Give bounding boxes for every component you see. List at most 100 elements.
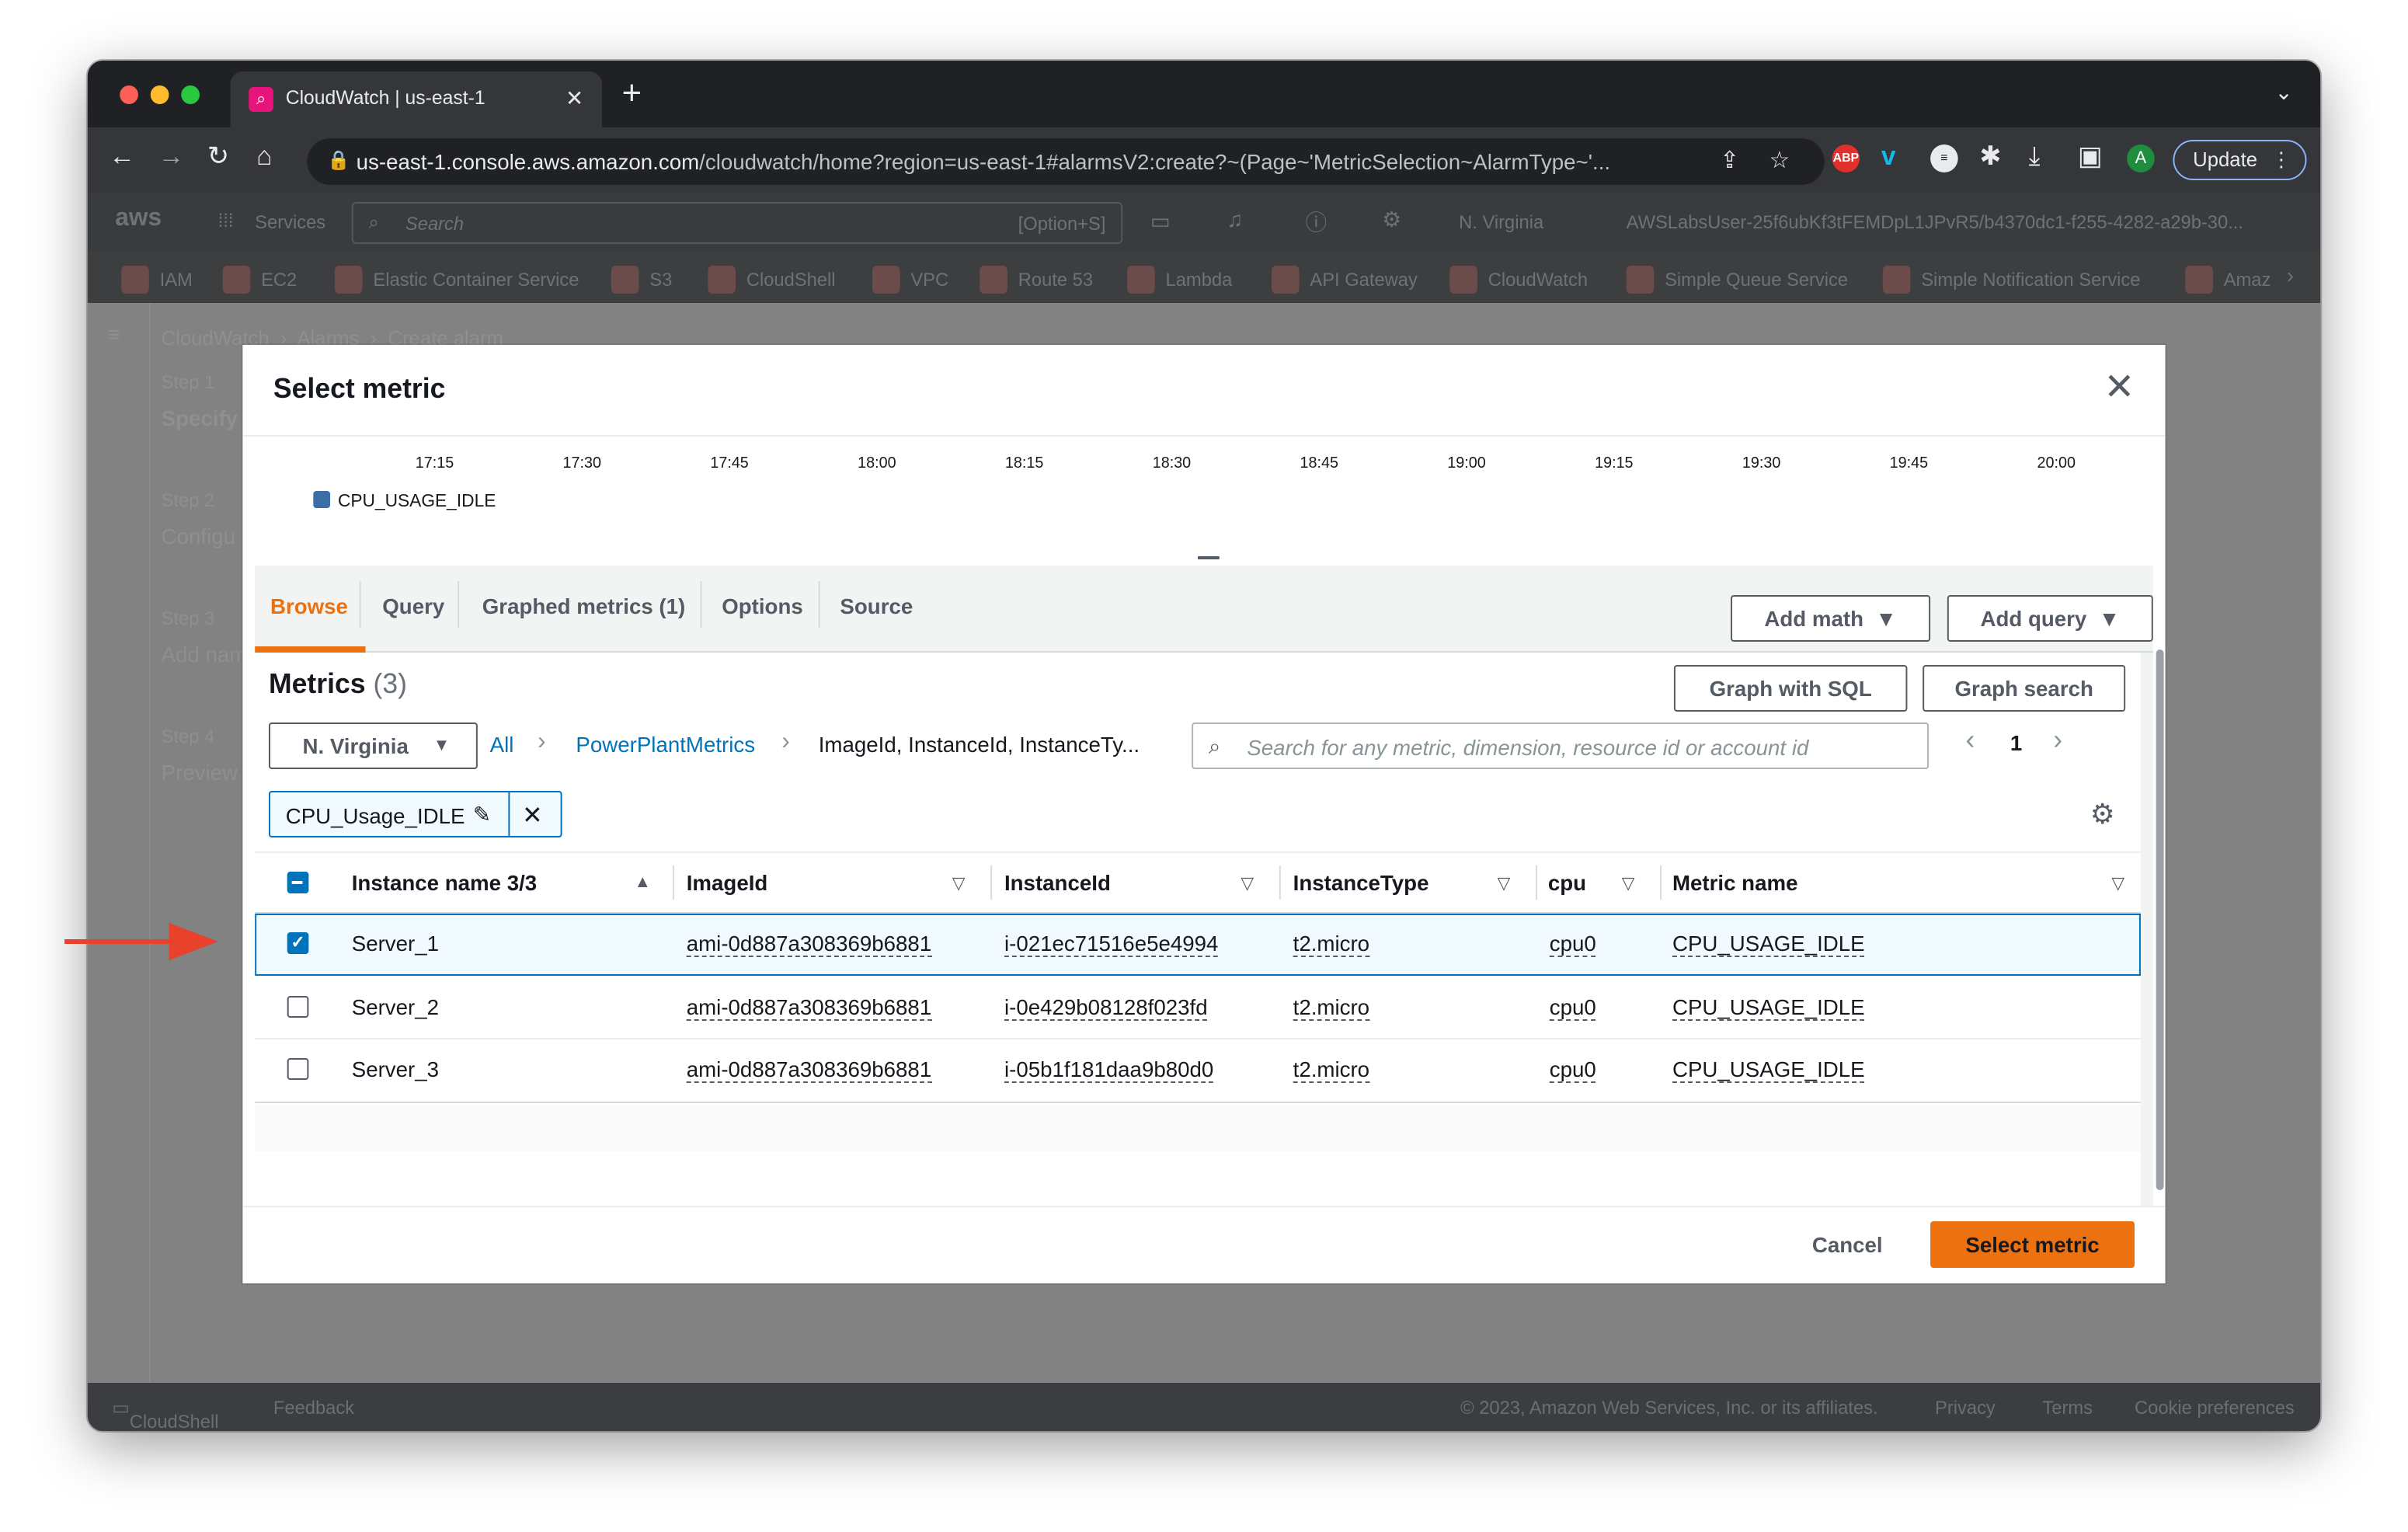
tab-source[interactable]: Source xyxy=(840,594,913,618)
favorite-s3[interactable]: S3 xyxy=(611,266,672,294)
forward-icon[interactable]: → xyxy=(158,141,185,172)
previous-page-icon[interactable]: ‹ xyxy=(1966,724,1975,757)
row-checkbox[interactable]: ✓ xyxy=(287,932,309,954)
cell-instancetype[interactable]: t2.micro xyxy=(1293,1057,1370,1083)
table-row[interactable]: Server_2 ami-0d887a308369b6881 i-0e429b0… xyxy=(255,977,2141,1039)
maximize-window-button[interactable] xyxy=(181,85,200,104)
add-math-button[interactable]: Add math ▼ xyxy=(1731,595,1931,642)
footer-cloudshell[interactable]: ▭ CloudShell xyxy=(112,1397,218,1431)
cell-metric-name[interactable]: CPU_USAGE_IDLE xyxy=(1672,994,1865,1021)
select-all-checkbox[interactable] xyxy=(287,872,309,893)
menu-extension-icon[interactable]: ≡ xyxy=(1930,144,1958,172)
footer-cookie-preferences[interactable]: Cookie preferences xyxy=(2135,1397,2295,1419)
breadcrumb-all[interactable]: All xyxy=(490,732,514,757)
column-imageid[interactable]: ImageId xyxy=(687,870,768,895)
sort-icon[interactable]: ▽ xyxy=(952,873,966,893)
graph-legend-item[interactable]: CPU_USAGE_IDLE xyxy=(313,491,496,511)
metric-search-input[interactable]: ⌕ Search for any metric, dimension, reso… xyxy=(1192,722,1930,769)
cell-imageid[interactable]: ami-0d887a308369b6881 xyxy=(686,994,932,1021)
tab-graphed-metrics[interactable]: Graphed metrics (1) xyxy=(482,594,685,618)
aws-logo[interactable]: aws xyxy=(115,205,162,233)
row-checkbox[interactable] xyxy=(287,996,309,1018)
tab-options[interactable]: Options xyxy=(722,594,803,618)
breadcrumb-namespace[interactable]: PowerPlantMetrics xyxy=(576,732,755,757)
cell-metric-name[interactable]: CPU_USAGE_IDLE xyxy=(1672,1057,1865,1083)
cell-cpu[interactable]: cpu0 xyxy=(1549,994,1596,1021)
edit-pencil-icon[interactable]: ✎ xyxy=(473,802,491,828)
favorite-cloudwatch[interactable]: CloudWatch xyxy=(1449,266,1588,294)
favorite-route53[interactable]: Route 53 xyxy=(980,266,1093,294)
sort-icon[interactable]: ▽ xyxy=(1498,873,1511,893)
graph-with-sql-button[interactable]: Graph with SQL xyxy=(1673,665,1908,712)
adblock-extension-icon[interactable]: ABP xyxy=(1832,144,1860,172)
region-menu[interactable]: N. Virginia xyxy=(1459,211,1543,233)
filter-token[interactable]: CPU_Usage_IDLE ✎ ✕ xyxy=(268,791,562,837)
footer-privacy[interactable]: Privacy xyxy=(1935,1397,1996,1419)
favorite-amazon[interactable]: Amaz xyxy=(2185,266,2271,294)
column-metric-name[interactable]: Metric name xyxy=(1672,870,1798,895)
vimeo-extension-icon[interactable]: v xyxy=(1881,141,1896,172)
cell-cpu[interactable]: cpu0 xyxy=(1549,1057,1596,1083)
sort-icon[interactable]: ▽ xyxy=(2111,873,2124,893)
region-select[interactable]: N. Virginia ▼ xyxy=(268,722,478,769)
tab-browse[interactable]: Browse xyxy=(270,594,348,618)
cell-instanceid[interactable]: i-021ec71516e5e4994 xyxy=(1004,931,1219,957)
share-icon[interactable]: ⇪ xyxy=(1720,146,1739,174)
table-row[interactable]: ✓ Server_1 ami-0d887a308369b6881 i-021ec… xyxy=(255,914,2141,976)
close-tab-icon[interactable]: ✕ xyxy=(565,85,583,112)
aws-search-input[interactable]: ⌕ Search [Option+S] xyxy=(351,202,1123,244)
cell-cpu[interactable]: cpu0 xyxy=(1549,931,1596,957)
favorite-sns[interactable]: Simple Notification Service xyxy=(1882,266,2140,294)
services-menu[interactable]: Services xyxy=(255,211,325,233)
side-panel-icon[interactable]: ▣ xyxy=(2078,141,2103,172)
footer-terms[interactable]: Terms xyxy=(2042,1397,2093,1419)
cell-metric-name[interactable]: CPU_USAGE_IDLE xyxy=(1672,931,1865,957)
hamburger-menu-icon[interactable]: ≡ xyxy=(107,322,120,346)
cloudshell-nav-icon[interactable]: ▭ xyxy=(1150,208,1171,235)
new-tab-icon[interactable]: + xyxy=(622,75,642,110)
close-modal-icon[interactable]: ✕ xyxy=(2104,369,2135,407)
notifications-bell-icon[interactable]: ♫ xyxy=(1227,207,1244,232)
close-window-button[interactable] xyxy=(120,85,138,104)
favorite-sqs[interactable]: Simple Queue Service xyxy=(1626,266,1848,294)
address-bar[interactable]: 🔒 us-east-1.console.aws.amazon.com/cloud… xyxy=(307,138,1825,185)
column-instancetype[interactable]: InstanceType xyxy=(1293,870,1429,895)
minimize-window-button[interactable] xyxy=(150,85,169,104)
profile-avatar[interactable]: A xyxy=(2127,144,2155,172)
table-preferences-gear-icon[interactable]: ⚙ xyxy=(2090,800,2115,828)
favorite-iam[interactable]: IAM xyxy=(121,266,193,294)
extensions-puzzle-icon[interactable]: ✱ xyxy=(1979,141,2001,172)
column-instance-name[interactable]: Instance name 3/3 xyxy=(352,870,537,895)
row-checkbox[interactable] xyxy=(287,1058,309,1080)
back-icon[interactable]: ← xyxy=(109,141,135,172)
services-grid-icon[interactable]: ⁞⁞⁞ xyxy=(218,210,234,232)
tab-query[interactable]: Query xyxy=(382,594,444,618)
footer-feedback[interactable]: Feedback xyxy=(273,1397,354,1419)
next-page-icon[interactable]: › xyxy=(2053,724,2062,757)
favorite-ec2[interactable]: EC2 xyxy=(222,266,297,294)
reload-icon[interactable]: ↻ xyxy=(207,141,229,172)
sort-icon[interactable]: ▽ xyxy=(1241,873,1254,893)
sort-icon[interactable]: ▽ xyxy=(1622,873,1635,893)
home-icon[interactable]: ⌂ xyxy=(256,141,272,172)
cell-instanceid[interactable]: i-05b1f181daa9b80d0 xyxy=(1004,1057,1214,1083)
favorite-cloudshell[interactable]: CloudShell xyxy=(708,266,836,294)
cell-instancetype[interactable]: t2.micro xyxy=(1293,994,1370,1021)
column-cpu[interactable]: cpu xyxy=(1548,870,1586,895)
favorites-scroll-right-icon[interactable]: › xyxy=(2287,263,2294,287)
cancel-button[interactable]: Cancel xyxy=(1812,1232,1883,1257)
favorite-vpc[interactable]: VPC xyxy=(872,266,948,294)
sort-ascending-icon[interactable]: ▲ xyxy=(635,873,652,892)
add-query-button[interactable]: Add query ▼ xyxy=(1947,595,2153,642)
graph-search-button[interactable]: Graph search xyxy=(1923,665,2126,712)
panel-scrollbar[interactable] xyxy=(2156,649,2164,1190)
page-number[interactable]: 1 xyxy=(2010,730,2022,755)
table-row[interactable]: Server_3 ami-0d887a308369b6881 i-05b1f18… xyxy=(255,1039,2141,1102)
tab-search-chevron-icon[interactable]: ⌄ xyxy=(2274,79,2292,106)
browser-tab[interactable]: ⌕ CloudWatch | us-east-1 ✕ xyxy=(230,71,602,127)
downloads-icon[interactable]: ⤓ xyxy=(2029,141,2041,172)
update-button[interactable]: Update ⋮ xyxy=(2173,140,2307,180)
favorite-api-gateway[interactable]: API Gateway xyxy=(1271,266,1418,294)
cell-imageid[interactable]: ami-0d887a308369b6881 xyxy=(686,931,932,957)
favorite-lambda[interactable]: Lambda xyxy=(1127,266,1232,294)
